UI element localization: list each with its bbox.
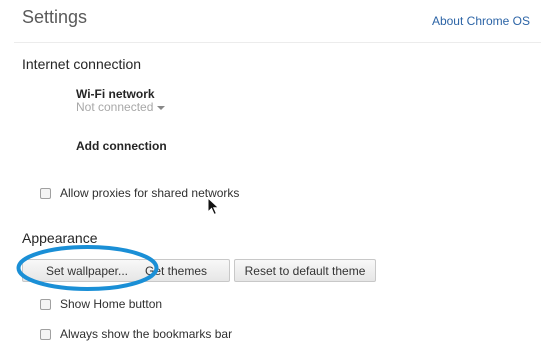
wifi-network-status: Not connected	[76, 100, 154, 114]
wifi-network-dropdown[interactable]: Not connected	[76, 100, 166, 114]
show-home-label: Show Home button	[60, 297, 163, 311]
set-wallpaper-button[interactable]: Set wallpaper...	[22, 259, 152, 282]
get-themes-label: Get themes	[145, 263, 208, 278]
mouse-pointer-icon	[207, 197, 220, 216]
about-chrome-os-link[interactable]: About Chrome OS	[432, 14, 530, 28]
wifi-network-title: Wi-Fi network	[76, 87, 155, 101]
bookmarks-bar-row[interactable]: Always show the bookmarks bar	[40, 327, 232, 341]
page-title: Settings	[22, 7, 88, 27]
allow-proxies-checkbox[interactable]	[40, 187, 51, 199]
internet-connection-heading: Internet connection	[22, 56, 142, 72]
bookmarks-bar-label: Always show the bookmarks bar	[60, 327, 233, 341]
show-home-checkbox[interactable]	[40, 298, 51, 310]
show-home-button-row[interactable]: Show Home button	[40, 297, 162, 311]
header-divider	[14, 42, 541, 43]
appearance-heading: Appearance	[22, 230, 98, 246]
get-themes-button[interactable]: Get themes	[138, 259, 230, 282]
reset-default-theme-button[interactable]: Reset to default theme	[234, 259, 376, 282]
add-connection-link[interactable]: Add connection	[76, 139, 167, 153]
bookmarks-bar-checkbox[interactable]	[40, 328, 51, 340]
caret-down-icon	[157, 105, 166, 110]
settings-page: Settings About Chrome OS Internet connec…	[0, 0, 541, 361]
